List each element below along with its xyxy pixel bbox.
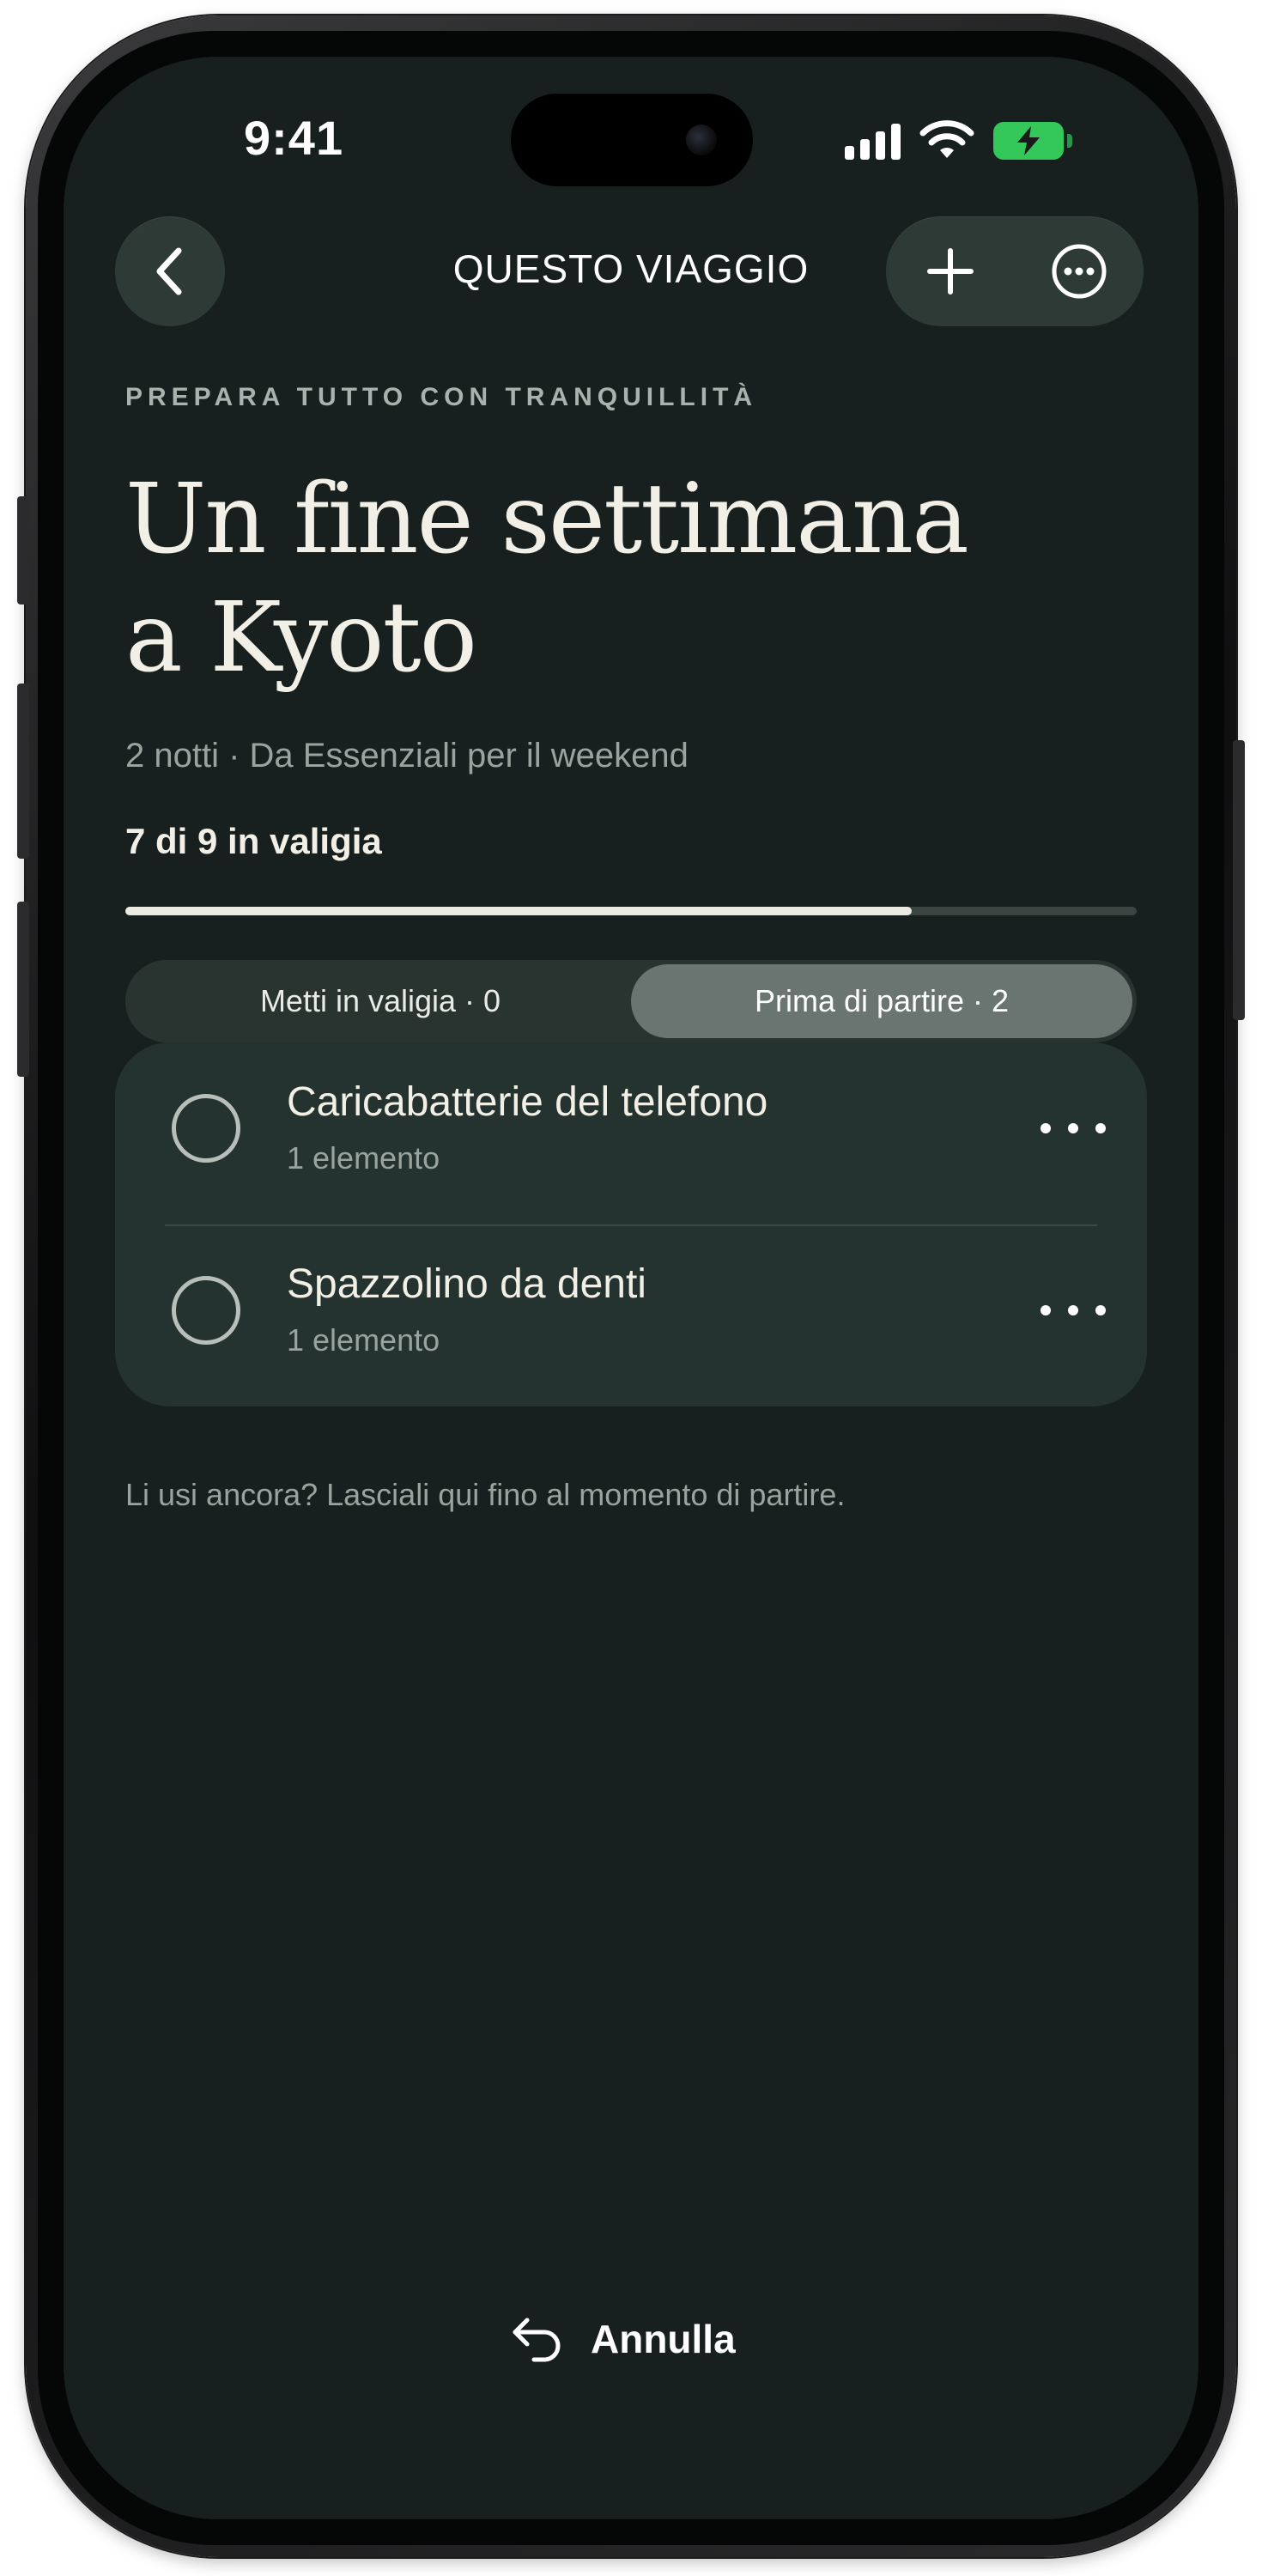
cellular-signal-icon [845, 122, 901, 160]
undo-arrow-icon [513, 2318, 561, 2362]
trip-subtitle: 2 notti · Da Essenziali per il weekend [125, 737, 689, 775]
back-button[interactable] [115, 216, 225, 326]
segmented-control: Metti in valigia · 0 Prima di partire · … [125, 960, 1137, 1042]
undo-label: Annulla [591, 2317, 736, 2361]
ellipsis-icon[interactable] [1041, 1293, 1106, 1327]
items-card: Caricabatterie del telefono 1 elemento S… [115, 1042, 1147, 1406]
status-icons [845, 115, 1072, 167]
segment-before-leaving[interactable]: Prima di partire · 2 [631, 964, 1132, 1038]
segment-pack[interactable]: Metti in valigia · 0 [130, 964, 631, 1038]
volume-down-button [17, 902, 29, 1077]
power-button [1233, 740, 1245, 1020]
checkbox-circle[interactable] [172, 1276, 240, 1345]
checkbox-circle[interactable] [172, 1094, 240, 1163]
plus-icon [927, 248, 974, 295]
screen: 9:41 QUESTO VIAGGIO PREPARA TUTTO CON TR… [64, 57, 1198, 2519]
nav-title: QUESTO VIAGGIO [452, 246, 810, 291]
dynamic-island [511, 94, 753, 186]
status-time: 9:41 [244, 111, 344, 165]
list-item[interactable]: Caricabatterie del telefono 1 elemento [115, 1042, 1147, 1224]
title-line-2: a Kyoto [125, 582, 477, 694]
progress-bar [125, 907, 1137, 915]
camera-icon [686, 125, 717, 155]
progress-label: 7 di 9 in valigia [125, 821, 382, 861]
ellipsis-icon[interactable] [1041, 1111, 1106, 1145]
item-meta: 1 elemento [287, 1322, 440, 1358]
title-line-1: Un fine settimana [125, 464, 969, 575]
undo-button[interactable]: Annulla [510, 2305, 736, 2373]
ellipsis-circle-icon [1052, 244, 1107, 299]
volume-up-button [17, 683, 29, 859]
more-options-button[interactable] [1032, 224, 1126, 319]
page-title: Un fine settimana a Kyoto [125, 460, 984, 697]
item-name: Spazzolino da denti [287, 1261, 646, 1307]
chevron-left-icon [156, 247, 182, 295]
footnote: Li usi ancora? Lasciali qui fino al mome… [125, 1477, 846, 1512]
nav-actions [886, 216, 1144, 326]
action-button [17, 496, 29, 605]
battery-icon [993, 122, 1072, 160]
wifi-icon [919, 120, 974, 158]
add-button[interactable] [903, 224, 998, 319]
item-meta: 1 elemento [287, 1140, 440, 1176]
charging-bolt-icon [1017, 126, 1040, 155]
list-item[interactable]: Spazzolino da denti 1 elemento [115, 1224, 1147, 1406]
progress-fill [125, 907, 913, 915]
eyebrow: PREPARA TUTTO CON TRANQUILLITÀ [125, 383, 758, 411]
item-name: Caricabatterie del telefono [287, 1079, 768, 1125]
